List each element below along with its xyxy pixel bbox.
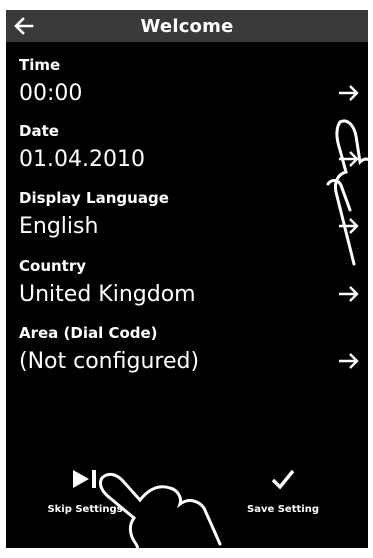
setting-label: Date bbox=[19, 122, 59, 140]
save-setting-button[interactable]: Save Setting bbox=[228, 464, 338, 534]
skip-settings-label: Skip Settings bbox=[47, 504, 123, 515]
save-setting-label: Save Setting bbox=[247, 504, 319, 515]
setting-value: 01.04.2010 bbox=[19, 147, 145, 172]
arrow-right-icon[interactable] bbox=[338, 217, 360, 235]
setting-row-time[interactable]: Time 00:00 bbox=[6, 56, 368, 118]
skip-settings-button[interactable]: Skip Settings bbox=[30, 464, 140, 534]
play-skip-icon bbox=[30, 464, 140, 494]
arrow-right-icon[interactable] bbox=[338, 150, 360, 168]
title-bar: Welcome bbox=[6, 10, 368, 42]
setting-row-country[interactable]: Country United Kingdom bbox=[6, 257, 368, 319]
arrow-right-icon[interactable] bbox=[338, 285, 360, 303]
setting-label: Time bbox=[19, 56, 61, 74]
back-button[interactable] bbox=[6, 10, 42, 42]
arrow-left-icon bbox=[14, 17, 34, 35]
arrow-right-icon[interactable] bbox=[338, 84, 360, 102]
setting-value: (Not configured) bbox=[19, 349, 200, 374]
setting-value: United Kingdom bbox=[19, 282, 196, 307]
setting-row-date[interactable]: Date 01.04.2010 bbox=[6, 122, 368, 184]
setting-label: Country bbox=[19, 257, 87, 275]
setting-row-area-code[interactable]: Area (Dial Code) (Not configured) bbox=[6, 324, 368, 386]
checkmark-icon bbox=[228, 464, 338, 494]
page-title: Welcome bbox=[140, 15, 234, 37]
setting-label: Display Language bbox=[19, 189, 169, 207]
phone-screen: Welcome Time 00:00 Date 01.04.2010 Displ… bbox=[6, 10, 368, 548]
setting-value: English bbox=[19, 214, 99, 239]
setting-value: 00:00 bbox=[19, 81, 83, 106]
arrow-right-icon[interactable] bbox=[338, 352, 360, 370]
setting-row-display-language[interactable]: Display Language English bbox=[6, 189, 368, 251]
setting-label: Area (Dial Code) bbox=[19, 324, 158, 342]
